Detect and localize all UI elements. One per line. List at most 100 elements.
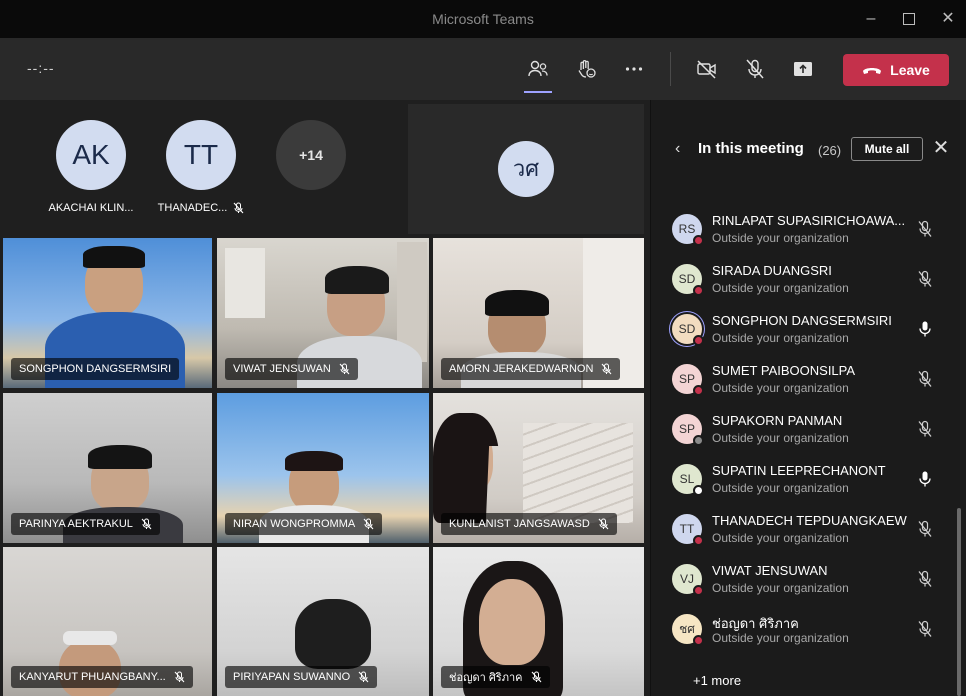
close-panel-icon[interactable]: ✕: [931, 138, 951, 158]
video-tile[interactable]: VIWAT JENSUWAN: [217, 238, 429, 388]
participant-name: SONGPHON DANGSERMSIRI: [712, 313, 892, 328]
avatar: AK: [56, 120, 126, 190]
participants-button[interactable]: [521, 52, 555, 93]
participant-tile-ws[interactable]: วศ: [408, 104, 644, 234]
video-tile[interactable]: PIRIYAPAN SUWANNO: [217, 547, 429, 696]
more-participants-link[interactable]: +1 more: [693, 673, 741, 688]
mic-off-icon: [363, 518, 374, 530]
mic-off-icon: [602, 363, 612, 375]
mic-off-icon[interactable]: [917, 270, 933, 288]
maximize-icon[interactable]: [898, 8, 920, 30]
mic-icon[interactable]: [917, 470, 933, 488]
participant-row[interactable]: SD SIRADA DUANGSRI Outside your organizati…: [651, 258, 951, 308]
video-tile[interactable]: PARINYA AEKTRAKUL: [3, 393, 212, 543]
presence-status-badge: [693, 235, 704, 246]
more-options-button[interactable]: [617, 52, 651, 86]
participant-row[interactable]: RS RINLAPAT SUPASIRICHOAWA... Outside your…: [651, 208, 951, 258]
presence-status-badge: [693, 435, 704, 446]
participant-row[interactable]: SL SUPATIN LEEPRECHANONT Outside your orga…: [651, 458, 951, 508]
participant-name: VIWAT JENSUWAN: [712, 563, 828, 578]
panel-title: In this meeting: [698, 140, 804, 157]
share-screen-icon: [794, 62, 812, 76]
participant-name-label: ช่อญดา ศิริภาค: [441, 666, 550, 688]
participant-name: THANADEC...: [157, 202, 228, 214]
participant-name: SUMET PAIBOONSILPA: [712, 363, 856, 378]
avatar: TT: [166, 120, 236, 190]
participant-name-label: KANYARUT PHUANGBANY...: [11, 666, 193, 688]
participant-org: Outside your organization: [712, 431, 849, 445]
raise-hand-icon: [578, 60, 596, 78]
mic-off-icon[interactable]: [917, 370, 933, 388]
share-button[interactable]: [786, 52, 820, 86]
back-chevron-icon[interactable]: ‹: [675, 140, 680, 158]
leave-button[interactable]: Leave: [843, 54, 949, 86]
window-title: Microsoft Teams: [432, 11, 534, 27]
mic-off-icon: [598, 518, 609, 530]
panel-scrollbar[interactable]: [957, 508, 961, 696]
presence-status-badge: [693, 485, 704, 496]
video-tile[interactable]: KANYARUT PHUANGBANY...: [3, 547, 212, 696]
mic-off-icon[interactable]: [917, 420, 933, 438]
toolbar-divider: [670, 52, 671, 86]
video-tile[interactable]: AMORN JERAKEDWARNON: [433, 238, 644, 388]
participant-row[interactable]: ชศ ช่อญดา ศิริภาค Outside your organizatio…: [651, 608, 951, 658]
meeting-timer: --:--: [27, 60, 55, 76]
presence-status-badge: [693, 535, 704, 546]
video-tile[interactable]: ช่อญดา ศิริภาค: [433, 547, 644, 696]
presence-status-badge: [693, 285, 704, 296]
mic-off-icon: [531, 671, 541, 683]
mic-off-icon[interactable]: [917, 220, 933, 238]
participants-panel: ‹ In this meeting (26) Mute all ✕ RS RINL…: [650, 100, 966, 696]
mic-off-icon[interactable]: [917, 520, 933, 538]
participant-org: Outside your organization: [712, 581, 849, 595]
video-tile[interactable]: SONGPHON DANGSERMSIRI: [3, 238, 212, 388]
more-participants-count: +14: [276, 120, 346, 190]
ellipsis-icon: [625, 67, 643, 71]
mic-off-icon: [746, 59, 764, 79]
reactions-button[interactable]: [569, 52, 603, 86]
camera-button[interactable]: [690, 52, 724, 86]
participant-name: SUPATIN LEEPRECHANONT: [712, 463, 886, 478]
participant-row[interactable]: TT THANADECH TEPDUANGKAEW Outside your org…: [651, 508, 951, 558]
close-window-icon[interactable]: ✕: [937, 8, 959, 30]
title-bar: Microsoft Teams – ✕: [0, 0, 966, 38]
participant-org: Outside your organization: [712, 531, 849, 545]
participant-name: SUPAKORN PANMAN: [712, 413, 843, 428]
presence-status-badge: [693, 335, 704, 346]
participant-name-label: NIRAN WONGPROMMA: [225, 513, 383, 535]
hang-up-icon: [863, 68, 882, 74]
participant-org: Outside your organization: [712, 281, 849, 295]
video-tile[interactable]: KUNLANIST JANGSAWASD: [433, 393, 644, 543]
mic-icon[interactable]: [917, 320, 933, 338]
mic-off-icon: [358, 671, 369, 683]
participant-name-label: AMORN JERAKEDWARNON: [441, 358, 621, 380]
mic-off-icon: [141, 518, 152, 530]
participant-row[interactable]: SD SONGPHON DANGSERMSIRI Outside your orga…: [651, 308, 951, 358]
overflow-participants-button[interactable]: +14: [266, 120, 356, 190]
participant-name: RINLAPAT SUPASIRICHOAWA...: [712, 213, 906, 228]
participant-org: Outside your organization: [712, 481, 849, 495]
participant-name: SIRADA DUANGSRI: [712, 263, 832, 278]
mic-off-icon: [174, 671, 185, 683]
mute-all-button[interactable]: Mute all: [851, 137, 923, 161]
video-tile[interactable]: NIRAN WONGPROMMA: [217, 393, 429, 543]
participant-row[interactable]: VJ VIWAT JENSUWAN Outside your organizatio…: [651, 558, 951, 608]
participant-name: THANADECH TEPDUANGKAEW: [712, 513, 907, 528]
avatar: วศ: [498, 141, 554, 197]
participant-row[interactable]: SP SUPAKORN PANMAN Outside your organizati…: [651, 408, 951, 458]
participant-name-label: PIRIYAPAN SUWANNO: [225, 666, 378, 688]
microphone-button[interactable]: [738, 52, 772, 86]
participant-row[interactable]: SP SUMET PAIBOONSILPA Outside your organiz…: [651, 358, 951, 408]
participant-name-label: VIWAT JENSUWAN: [225, 358, 358, 380]
presence-status-badge: [693, 385, 704, 396]
participant-avatar-tile[interactable]: TT THANADEC...: [156, 120, 246, 214]
mic-off-icon[interactable]: [917, 620, 933, 638]
minimize-icon[interactable]: –: [860, 8, 882, 30]
mic-off-icon[interactable]: [917, 570, 933, 588]
participant-name-label: SONGPHON DANGSERMSIRI: [11, 358, 180, 380]
participant-org: Outside your organization: [712, 231, 849, 245]
participant-avatar-tile[interactable]: AK AKACHAI KLIN...: [46, 120, 136, 214]
teams-window: Microsoft Teams – ✕ --:-- Leave AK AKACH…: [0, 0, 966, 696]
participant-org: Outside your organization: [712, 331, 849, 345]
participant-org: Outside your organization: [712, 631, 849, 645]
